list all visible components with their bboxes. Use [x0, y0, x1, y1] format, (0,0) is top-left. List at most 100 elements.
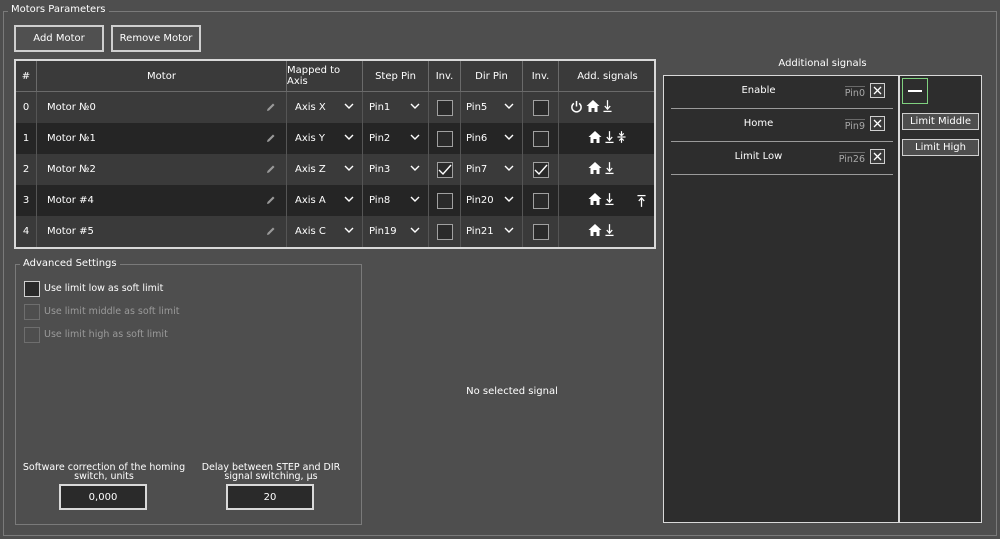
home-icon — [586, 99, 600, 116]
step-inv-checkbox[interactable] — [436, 161, 453, 178]
soft-limit-middle-label: Use limit middle as soft limit — [44, 306, 180, 317]
add-signals-cell[interactable] — [559, 154, 656, 185]
add-limit-high-button[interactable]: Limit High — [902, 139, 979, 156]
add-signals-cell[interactable] — [559, 123, 656, 154]
add-motor-button[interactable]: Add Motor — [14, 25, 104, 52]
chevron-down-icon — [410, 134, 420, 140]
dir-inv-checkbox[interactable] — [532, 161, 549, 178]
dir-pin-select[interactable]: Pin5 — [461, 92, 523, 123]
step-pin-value: Pin2 — [369, 133, 391, 144]
soft-limit-middle-option[interactable]: Use limit middle as soft limit — [24, 304, 274, 320]
remove-signal-button[interactable] — [870, 149, 885, 164]
soft-limit-middle-checkbox[interactable] — [24, 304, 40, 320]
step-pin-select[interactable]: Pin19 — [363, 216, 429, 247]
chevron-down-icon — [344, 196, 354, 202]
step-inv-checkbox[interactable] — [436, 130, 453, 147]
table-header: # Motor Mapped to Axis Step Pin Inv. Dir… — [16, 61, 654, 92]
dir-pin-select[interactable]: Pin6 — [461, 123, 523, 154]
table-row[interactable]: 3 Motor #4 Axis A Pin8 Pin20 — [16, 185, 654, 216]
motor-name: Motor #5 — [47, 226, 94, 237]
axis-select[interactable]: Axis Z — [287, 154, 363, 185]
add-signals-cell[interactable] — [559, 185, 656, 216]
dir-pin-select[interactable]: Pin20 — [461, 185, 523, 216]
add-limit-middle-button[interactable]: Limit Middle — [902, 113, 979, 130]
homing-correction-caption: Software correction of the homing switch… — [20, 463, 188, 482]
limit-high-icon — [637, 194, 646, 211]
pencil-icon[interactable] — [266, 195, 276, 205]
step-pin-select[interactable]: Pin1 — [363, 92, 429, 123]
pencil-icon[interactable] — [266, 226, 276, 236]
chevron-down-icon — [504, 165, 514, 171]
motor-name-cell[interactable]: Motor №0 — [37, 92, 287, 123]
table-row[interactable]: 0 Motor №0 Axis X Pin1 Pin5 — [16, 92, 654, 123]
soft-limit-high-option[interactable]: Use limit high as soft limit — [24, 327, 274, 343]
dir-pin-select[interactable]: Pin21 — [461, 216, 523, 247]
signal-row-enable[interactable]: Enable Pin0 — [671, 76, 893, 109]
chevron-down-icon — [410, 103, 420, 109]
chevron-down-icon — [504, 227, 514, 233]
header-dir-inv: Inv. — [523, 61, 559, 91]
soft-limit-high-checkbox[interactable] — [24, 327, 40, 343]
motor-index: 0 — [16, 92, 37, 123]
dir-inv-cell — [523, 92, 559, 123]
signal-row-limit-low[interactable]: Limit Low Pin26 — [671, 142, 893, 175]
dir-inv-checkbox[interactable] — [532, 130, 549, 147]
add-signals-cell[interactable] — [559, 216, 656, 247]
remove-signal-button[interactable] — [870, 116, 885, 131]
table-row[interactable]: 1 Motor №1 Axis Y Pin2 Pin6 — [16, 123, 654, 154]
motor-name: Motor №0 — [47, 102, 96, 113]
minus-icon — [908, 90, 922, 92]
step-inv-checkbox[interactable] — [436, 192, 453, 209]
motor-name: Motor №1 — [47, 133, 96, 144]
step-inv-checkbox[interactable] — [436, 99, 453, 116]
axis-select[interactable]: Axis C — [287, 216, 363, 247]
limit-middle-icon — [617, 130, 626, 147]
soft-limit-high-label: Use limit high as soft limit — [44, 329, 168, 340]
home-icon — [588, 192, 602, 209]
pencil-icon[interactable] — [266, 164, 276, 174]
check-icon — [534, 164, 548, 175]
home-icon — [588, 130, 602, 147]
motor-name-cell[interactable]: Motor #4 — [37, 185, 287, 216]
step-inv-checkbox[interactable] — [436, 223, 453, 240]
dir-pin-value: Pin7 — [466, 164, 488, 175]
header-axis: Mapped to Axis — [287, 61, 363, 91]
signal-row-home[interactable]: Home Pin9 — [671, 109, 893, 142]
chevron-down-icon — [410, 196, 420, 202]
homing-correction-input[interactable]: 0,000 — [59, 484, 147, 510]
axis-value: Axis Y — [295, 133, 326, 144]
remove-signal-button[interactable] — [870, 83, 885, 98]
pencil-icon[interactable] — [266, 133, 276, 143]
remove-motor-button[interactable]: Remove Motor — [111, 25, 201, 52]
step-dir-delay-input[interactable]: 20 — [226, 484, 314, 510]
axis-select[interactable]: Axis A — [287, 185, 363, 216]
axis-select[interactable]: Axis X — [287, 92, 363, 123]
pencil-icon[interactable] — [266, 102, 276, 112]
header-add-signals: Add. signals — [577, 70, 638, 82]
step-pin-select[interactable]: Pin3 — [363, 154, 429, 185]
close-icon — [873, 86, 882, 95]
motor-index: 3 — [16, 185, 37, 216]
soft-limit-low-checkbox[interactable] — [24, 281, 40, 297]
dir-pin-select[interactable]: Pin7 — [461, 154, 523, 185]
soft-limit-low-option[interactable]: Use limit low as soft limit — [24, 281, 274, 297]
limit-low-icon — [605, 130, 614, 147]
motor-name-cell[interactable]: Motor #5 — [37, 216, 287, 247]
add-signals-cell[interactable] — [559, 92, 656, 123]
axis-value: Axis X — [295, 102, 326, 113]
dir-inv-checkbox[interactable] — [532, 99, 549, 116]
collapse-signals-button[interactable] — [902, 78, 928, 104]
chevron-down-icon — [344, 227, 354, 233]
step-pin-select[interactable]: Pin8 — [363, 185, 429, 216]
dir-pin-value: Pin20 — [466, 195, 494, 206]
step-pin-select[interactable]: Pin2 — [363, 123, 429, 154]
chevron-down-icon — [344, 165, 354, 171]
table-row[interactable]: 2 Motor №2 Axis Z Pin3 Pin7 — [16, 154, 654, 185]
motor-name-cell[interactable]: Motor №2 — [37, 154, 287, 185]
dir-inv-checkbox[interactable] — [532, 192, 549, 209]
motor-name-cell[interactable]: Motor №1 — [37, 123, 287, 154]
chevron-down-icon — [410, 227, 420, 233]
table-row[interactable]: 4 Motor #5 Axis C Pin19 Pin21 — [16, 216, 654, 247]
axis-select[interactable]: Axis Y — [287, 123, 363, 154]
dir-inv-checkbox[interactable] — [532, 223, 549, 240]
